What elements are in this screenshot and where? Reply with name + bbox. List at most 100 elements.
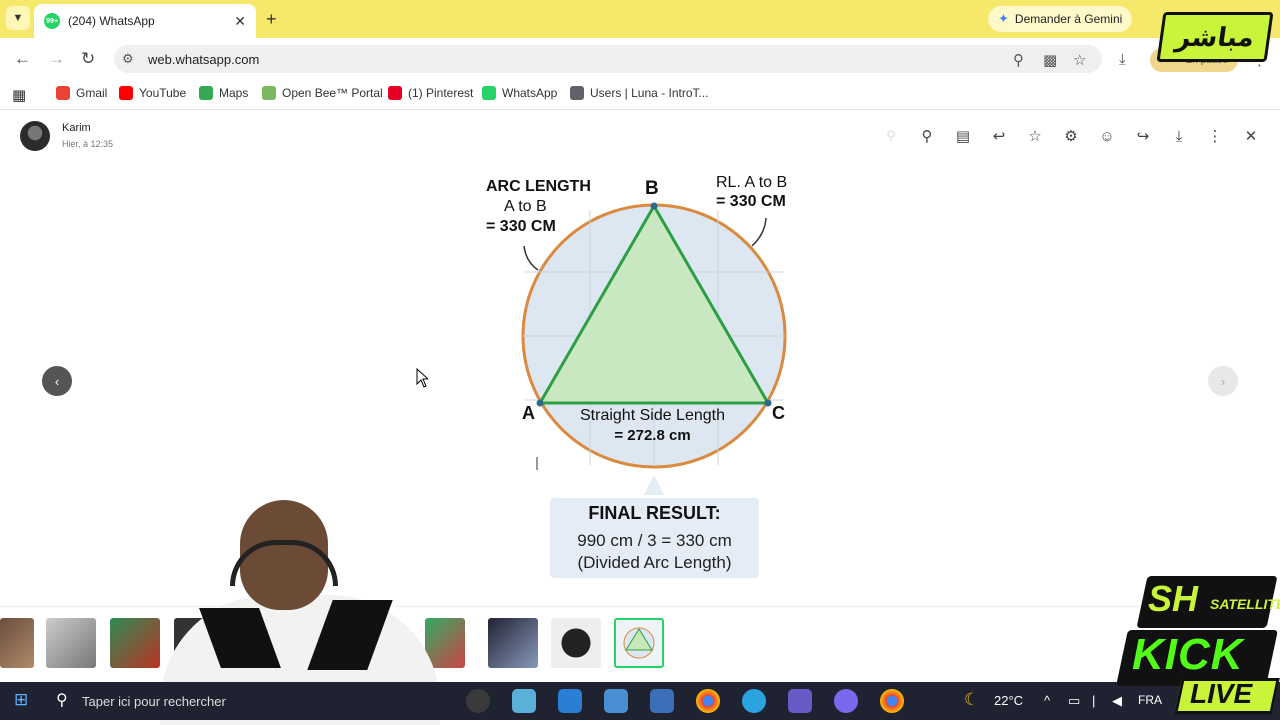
message-icon[interactable]: ▤ xyxy=(954,127,972,145)
mouse-pointer-icon xyxy=(416,368,428,388)
side-length-value: = 272.8 cm xyxy=(614,427,691,444)
arc-length-label: A to B xyxy=(504,198,547,215)
start-icon[interactable]: ⊞ xyxy=(14,690,28,710)
youtube-icon xyxy=(119,86,133,100)
bookmark-gmail[interactable]: Gmail xyxy=(56,86,107,100)
sender-name: Karim xyxy=(62,122,91,134)
calculator-icon[interactable] xyxy=(604,689,628,713)
microphone-icon[interactable]: | xyxy=(1092,693,1095,708)
taskbar-app-icon[interactable] xyxy=(558,689,582,713)
final-result-note: (Divided Arc Length) xyxy=(577,553,732,572)
taskbar-search-input[interactable]: Taper ici pour rechercher xyxy=(82,694,226,709)
whatsapp-tab-icon: 99+ xyxy=(44,13,60,29)
gmail-icon xyxy=(56,86,70,100)
rl-label: RL. A to B xyxy=(716,174,788,191)
pinterest-icon xyxy=(388,86,402,100)
thumbnail[interactable] xyxy=(0,618,34,668)
telegram-icon[interactable] xyxy=(742,689,766,713)
messenger-icon[interactable] xyxy=(834,689,858,713)
bookmark-label: Maps xyxy=(219,86,249,100)
thumbnail[interactable] xyxy=(488,618,538,668)
bookmark-whatsapp[interactable]: WhatsApp xyxy=(482,86,557,100)
brand-sh: SH xyxy=(1148,578,1199,619)
brand-kick: KICK xyxy=(1132,630,1244,679)
message-time: Hier, à 12:35 xyxy=(62,139,114,149)
whatsapp-icon xyxy=(482,86,496,100)
close-viewer-icon[interactable]: ✕ xyxy=(1242,127,1260,145)
gemini-button[interactable]: ✦ Demander à Gemini xyxy=(988,6,1133,32)
taskbar-app-icon[interactable] xyxy=(466,689,490,713)
thumbnail[interactable] xyxy=(551,618,601,668)
tab-title: (204) WhatsApp xyxy=(68,14,155,28)
tray-expand-icon[interactable]: ^ xyxy=(1044,693,1050,708)
avatar[interactable] xyxy=(20,121,50,151)
final-result-equation: 990 cm / 3 = 330 cm xyxy=(577,531,732,550)
thumbnail[interactable] xyxy=(46,618,96,668)
bookmark-label: Open Bee™ Portal xyxy=(282,86,383,100)
rl-value: = 330 CM xyxy=(716,193,786,210)
pin-icon[interactable]: ⚙ xyxy=(1062,127,1080,145)
address-bar[interactable] xyxy=(114,45,1102,73)
final-result-title: FINAL RESULT: xyxy=(588,503,721,523)
taskbar-app-icon[interactable] xyxy=(788,689,812,713)
network-icon[interactable]: ▭ xyxy=(1068,693,1080,709)
arc-length-value: = 330 CM xyxy=(486,218,556,235)
tab-search-dropdown[interactable]: ▼ xyxy=(6,6,30,30)
download-media-icon[interactable]: ⤓ xyxy=(1170,127,1188,145)
weather-icon: ☾ xyxy=(964,690,980,709)
forward-icon[interactable]: → xyxy=(48,49,65,69)
thumbnail-selected[interactable] xyxy=(614,618,664,668)
zoom-out-icon[interactable]: ⚲ xyxy=(882,127,900,145)
previous-media-button[interactable]: ‹ xyxy=(42,366,72,396)
bookmark-openbee[interactable]: Open Bee™ Portal xyxy=(262,86,383,100)
reply-icon[interactable]: ↩ xyxy=(990,127,1008,145)
search-icon[interactable]: ⚲ xyxy=(56,690,68,710)
zoom-in-icon[interactable]: ⚲ xyxy=(918,127,936,145)
zoom-icon[interactable]: ⚲ xyxy=(1013,51,1024,69)
bookmark-label: Users | Luna - IntroT... xyxy=(590,86,709,100)
point-c-label: C xyxy=(772,403,785,423)
chrome-icon[interactable] xyxy=(696,689,720,713)
brand-live: LIVE xyxy=(1190,678,1253,709)
taskbar-app-icon[interactable] xyxy=(512,689,536,713)
new-tab-button[interactable]: + xyxy=(266,9,277,30)
bookmark-label: WhatsApp xyxy=(502,86,558,100)
weather-temp: 22°C xyxy=(994,693,1024,708)
point-b-label: B xyxy=(645,178,659,199)
tab-whatsapp[interactable]: 99+ (204) WhatsApp ✕ xyxy=(34,4,256,38)
install-app-icon[interactable]: ▩ xyxy=(1043,51,1057,69)
side-length-label: Straight Side Length xyxy=(580,407,725,424)
thumbnail[interactable] xyxy=(110,618,160,668)
site-info-icon[interactable]: ⚙ xyxy=(122,51,134,67)
apps-grid-icon[interactable]: ▦ xyxy=(12,86,26,104)
bookmark-label: YouTube xyxy=(139,86,187,100)
more-icon[interactable]: ⋮ xyxy=(1206,127,1224,145)
sh-satellite-kick-logo: SH SATELLITE KICK LIVE xyxy=(1116,558,1280,718)
forward-icon[interactable]: ↪ xyxy=(1134,127,1152,145)
bookmark-maps[interactable]: Maps xyxy=(199,86,248,100)
bookmark-label: (1) Pinterest xyxy=(408,86,474,100)
table-icon xyxy=(570,86,584,100)
download-icon[interactable]: ⤓ xyxy=(1119,51,1126,68)
gemini-label: Demander à Gemini xyxy=(1014,12,1123,26)
star-icon[interactable]: ☆ xyxy=(1026,127,1044,145)
bookmark-star-icon[interactable]: ☆ xyxy=(1073,51,1086,69)
back-icon[interactable]: ← xyxy=(14,49,31,69)
openbee-icon xyxy=(262,86,276,100)
reload-icon[interactable]: ↻ xyxy=(81,49,95,69)
maps-icon xyxy=(199,86,213,100)
next-media-button[interactable]: › xyxy=(1208,366,1238,396)
bookmark-pinterest[interactable]: (1) Pinterest xyxy=(388,86,473,100)
tab-close-icon[interactable]: ✕ xyxy=(234,13,246,30)
chrome-icon[interactable] xyxy=(880,689,904,713)
bookmark-youtube[interactable]: YouTube xyxy=(119,86,186,100)
gemini-icon: ✦ xyxy=(998,11,1009,26)
bookmark-label: Gmail xyxy=(76,86,108,100)
bookmark-table[interactable]: Users | Luna - IntroT... xyxy=(570,86,709,100)
emoji-icon[interactable]: ☺ xyxy=(1098,127,1116,145)
arc-length-title: ARC LENGTH xyxy=(486,178,591,195)
point-a-label: A xyxy=(522,403,535,423)
brand-satellite: SATELLITE xyxy=(1210,596,1280,612)
taskbar-app-icon[interactable] xyxy=(650,689,674,713)
url-text[interactable]: web.whatsapp.com xyxy=(148,52,259,67)
